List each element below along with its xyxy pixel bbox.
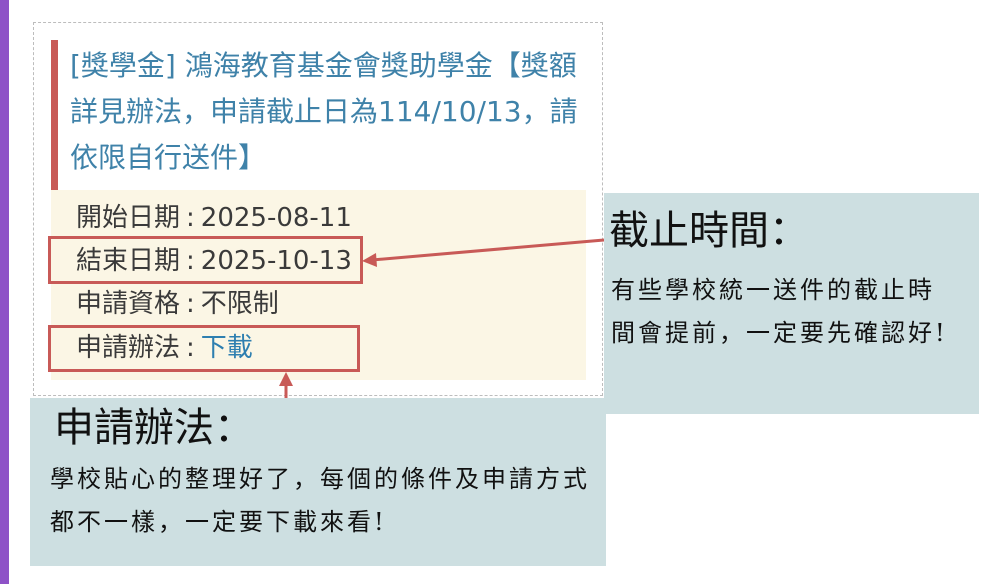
deadline-note: 截止時間： 有些學校統一送件的截止時間會提前，一定要先確認好!	[604, 193, 979, 414]
method-note: 申請辦法： 學校貼心的整理好了，每個的條件及申請方式都不一樣，一定要下載來看!	[30, 398, 606, 566]
deadline-note-heading: 截止時間：	[609, 208, 809, 254]
method-arrowhead	[279, 372, 293, 386]
method-note-heading: 申請辦法：	[54, 405, 254, 451]
method-note-body: 學校貼心的整理好了，每個的條件及申請方式都不一樣，一定要下載來看!	[50, 465, 590, 536]
deadline-note-body: 有些學校統一送件的截止時間會提前，一定要先確認好!	[611, 276, 948, 347]
deadline-arrow	[371, 238, 605, 262]
deadline-arrowhead	[362, 253, 377, 267]
